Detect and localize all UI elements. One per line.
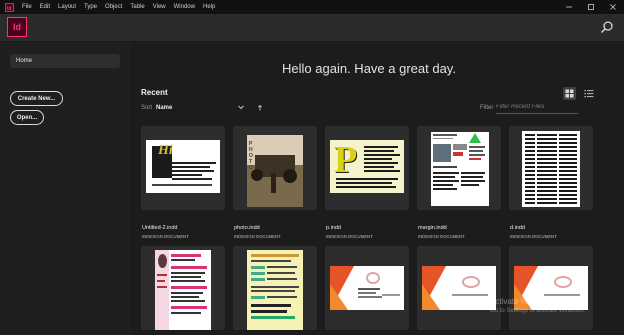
- indesign-logo: Id: [7, 17, 27, 37]
- file-type-margin: INDESIGN DOCUMENT: [418, 234, 465, 239]
- document-thumbnail: [422, 266, 496, 310]
- file-card-margin[interactable]: [417, 126, 501, 210]
- file-type-d: INDESIGN DOCUMENT: [510, 234, 557, 239]
- file-name-untitled-2[interactable]: Untitled-2.indd: [142, 225, 177, 231]
- file-card-yellow[interactable]: [233, 246, 317, 330]
- sort-direction-icon[interactable]: [257, 104, 263, 114]
- menu-layout[interactable]: Layout: [54, 0, 80, 14]
- app-icon: Id: [4, 2, 14, 12]
- file-card-resume[interactable]: [141, 246, 225, 330]
- file-type-untitled-2: INDESIGN DOCUMENT: [142, 234, 189, 239]
- file-type-photo: INDESIGN DOCUMENT: [234, 234, 281, 239]
- sort-label: Sort: [141, 105, 153, 111]
- file-card-card-1[interactable]: [325, 246, 409, 330]
- menu-object[interactable]: Object: [101, 0, 126, 14]
- recent-heading: Recent: [141, 88, 168, 97]
- document-thumbnail: [330, 266, 404, 310]
- menu-type[interactable]: Type: [80, 0, 101, 14]
- home-main: Hello again. Have a great day. Recent So…: [130, 42, 624, 335]
- menu-edit[interactable]: Edit: [36, 0, 54, 14]
- document-thumbnail: P: [330, 140, 404, 193]
- document-thumbnail: [247, 250, 303, 330]
- search-icon[interactable]: [600, 20, 614, 34]
- list-view-icon[interactable]: [582, 87, 595, 100]
- maximize-icon[interactable]: [580, 0, 602, 14]
- file-card-untitled-2[interactable]: Hi: [141, 126, 225, 210]
- activate-windows-title: Activate Windows: [490, 297, 554, 306]
- file-card-p[interactable]: P: [325, 126, 409, 210]
- document-thumbnail: PHOTO: [247, 135, 303, 207]
- document-thumbnail: Hi: [146, 140, 220, 193]
- svg-text:Id: Id: [7, 5, 11, 11]
- thumbnail-hi-text: Hi: [158, 143, 173, 158]
- file-name-margin[interactable]: margin.indd: [418, 225, 447, 231]
- file-card-photo[interactable]: PHOTO: [233, 126, 317, 210]
- menu-window[interactable]: Window: [170, 0, 199, 14]
- filter-input[interactable]: [496, 101, 578, 114]
- activate-windows-subtitle: Go to Settings to activate Windows.: [490, 308, 585, 314]
- thumbnail-photo-text: PHOTO: [249, 141, 253, 171]
- file-card-card-2[interactable]: [417, 246, 501, 330]
- greeting-text: Hello again. Have a great day.: [282, 61, 456, 76]
- thumbnail-p-text: P: [334, 140, 358, 181]
- file-name-d[interactable]: d.indd: [510, 225, 525, 231]
- open-button[interactable]: Open...: [10, 110, 44, 125]
- file-name-photo[interactable]: photo.indd: [234, 225, 260, 231]
- document-thumbnail: [522, 131, 580, 207]
- menu-table[interactable]: Table: [126, 0, 148, 14]
- file-type-p: INDESIGN DOCUMENT: [326, 234, 373, 239]
- file-name-p[interactable]: p.indd: [326, 225, 341, 231]
- filter-label: Filter: [480, 105, 494, 111]
- document-thumbnail: [431, 132, 489, 206]
- chevron-down-icon[interactable]: [237, 103, 245, 113]
- menu-bar: Id File Edit Layout Type Object Table Vi…: [0, 0, 624, 14]
- sidebar: Home Create New... Open...: [0, 42, 130, 335]
- app-header: Id: [0, 14, 624, 42]
- close-icon[interactable]: [602, 0, 624, 14]
- menu-view[interactable]: View: [149, 0, 170, 14]
- file-card-card-3[interactable]: [509, 246, 593, 330]
- document-thumbnail: [155, 250, 211, 330]
- file-card-d[interactable]: [509, 126, 593, 210]
- menu-file[interactable]: File: [18, 0, 36, 14]
- sidebar-item-home[interactable]: Home: [10, 54, 120, 68]
- create-new-button[interactable]: Create New...: [10, 91, 63, 106]
- minimize-icon[interactable]: [558, 0, 580, 14]
- sort-dropdown[interactable]: Name: [156, 105, 172, 111]
- grid-view-icon[interactable]: [563, 87, 576, 100]
- menu-help[interactable]: Help: [199, 0, 219, 14]
